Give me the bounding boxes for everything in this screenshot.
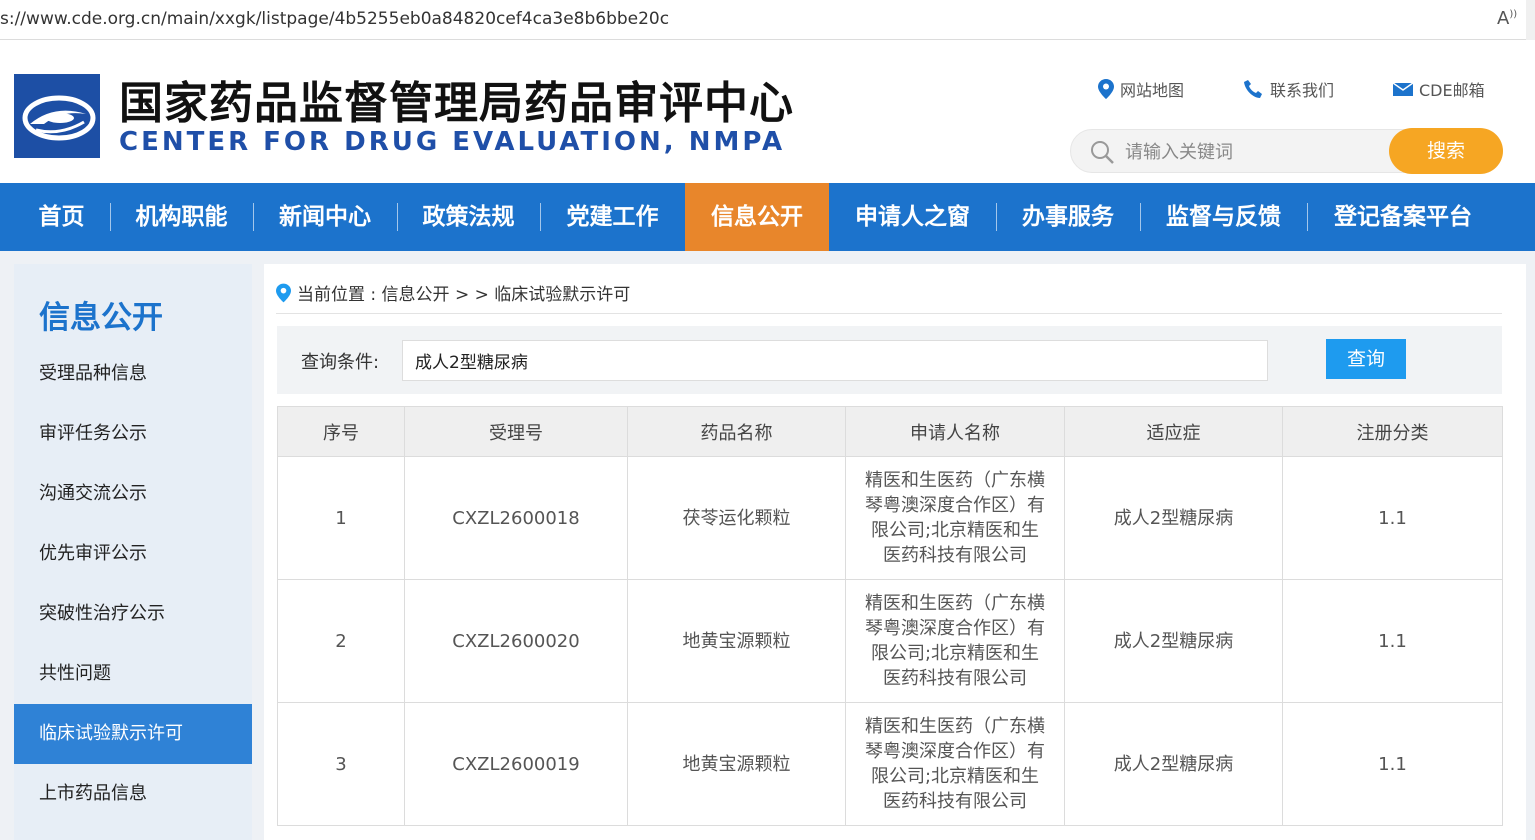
phone-icon bbox=[1244, 80, 1262, 98]
nav-item-news[interactable]: 新闻中心 bbox=[254, 183, 396, 251]
scrollbar[interactable] bbox=[1526, 0, 1535, 40]
query-button[interactable]: 查询 bbox=[1326, 339, 1406, 379]
col-header-index: 序号 bbox=[277, 406, 405, 457]
cell-applicant: 精医和生医药（广东横琴粤澳深度合作区）有限公司;北京精医和生医药科技有限公司 bbox=[845, 579, 1065, 703]
cell-acceptance-no: CXZL2600020 bbox=[404, 579, 628, 703]
main-nav: 首页 机构职能 新闻中心 政策法规 党建工作 信息公开 申请人之窗 办事服务 监… bbox=[0, 183, 1535, 251]
location-pin-icon bbox=[1098, 79, 1114, 99]
col-header-drug-name: 药品名称 bbox=[627, 406, 846, 457]
nav-item-home[interactable]: 首页 bbox=[14, 183, 109, 251]
cell-drug-name: 地黄宝源颗粒 bbox=[627, 702, 846, 826]
table-row: 1 CXZL2600018 茯苓运化颗粒 精医和生医药（广东横琴粤澳深度合作区）… bbox=[277, 456, 1503, 580]
table-row: 3 CXZL2600019 地黄宝源颗粒 精医和生医药（广东横琴粤澳深度合作区）… bbox=[277, 702, 1503, 826]
sidebar-item-review-tasks[interactable]: 审评任务公示 bbox=[14, 404, 252, 464]
read-aloud-icon[interactable]: A)) bbox=[1497, 8, 1517, 29]
nav-item-services[interactable]: 办事服务 bbox=[997, 183, 1139, 251]
cell-index: 2 bbox=[277, 579, 405, 703]
cell-drug-name: 地黄宝源颗粒 bbox=[627, 579, 846, 703]
nav-item-functions[interactable]: 机构职能 bbox=[111, 183, 252, 251]
location-pin-icon bbox=[276, 283, 291, 302]
col-header-indication: 适应症 bbox=[1064, 406, 1283, 457]
results-table: 序号 受理号 药品名称 申请人名称 适应症 注册分类 1 CXZL2600018… bbox=[277, 406, 1503, 826]
search-icon bbox=[1091, 141, 1114, 164]
site-title-en: CENTER FOR DRUG EVALUATION, NMPA bbox=[119, 127, 786, 157]
cell-acceptance-no: CXZL2600018 bbox=[404, 456, 628, 580]
cell-acceptance-no: CXZL2600019 bbox=[404, 702, 628, 826]
sidebar-item-breakthrough[interactable]: 突破性治疗公示 bbox=[14, 584, 252, 644]
cell-indication: 成人2型糖尿病 bbox=[1064, 579, 1283, 703]
cell-indication: 成人2型糖尿病 bbox=[1064, 456, 1283, 580]
nav-item-info[interactable]: 信息公开 bbox=[685, 183, 829, 251]
sidebar-item-common-issues[interactable]: 共性问题 bbox=[14, 644, 252, 704]
col-header-applicant: 申请人名称 bbox=[845, 406, 1065, 457]
col-header-registration-class: 注册分类 bbox=[1282, 406, 1503, 457]
site-search: 搜索 bbox=[1070, 128, 1503, 174]
sidebar-item-clinical-trial[interactable]: 临床试验默示许可 bbox=[14, 704, 252, 764]
mail-icon bbox=[1393, 82, 1413, 96]
site-header: 国家药品监督管理局药品审评中心 CENTER FOR DRUG EVALUATI… bbox=[0, 41, 1535, 182]
contact-link[interactable]: 联系我们 bbox=[1244, 77, 1334, 101]
cell-indication: 成人2型糖尿病 bbox=[1064, 702, 1283, 826]
cell-applicant: 精医和生医药（广东横琴粤澳深度合作区）有限公司;北京精医和生医药科技有限公司 bbox=[845, 702, 1065, 826]
breadcrumb: 当前位置 : 信息公开 > > 临床试验默示许可 bbox=[276, 280, 630, 305]
cell-drug-name: 茯苓运化颗粒 bbox=[627, 456, 846, 580]
cde-logo-icon[interactable] bbox=[14, 74, 100, 158]
sidebar-title: 信息公开 bbox=[39, 300, 163, 336]
nav-item-party[interactable]: 党建工作 bbox=[541, 183, 684, 251]
query-label: 查询条件: bbox=[301, 352, 380, 373]
search-input[interactable] bbox=[1125, 138, 1385, 166]
contact-label: 联系我们 bbox=[1270, 81, 1335, 100]
sidebar: 信息公开 受理品种信息 审评任务公示 沟通交流公示 优先审评公示 突破性治疗公示… bbox=[14, 264, 252, 840]
sidebar-item-marketed-drugs[interactable]: 上市药品信息 bbox=[14, 764, 252, 824]
breadcrumb-text: 当前位置 : 信息公开 > > 临床试验默示许可 bbox=[297, 285, 631, 305]
cell-registration-class: 1.1 bbox=[1282, 579, 1503, 703]
nav-item-applicant[interactable]: 申请人之窗 bbox=[830, 183, 995, 251]
address-bar[interactable]: s://www.cde.org.cn/main/xxgk/listpage/4b… bbox=[0, 0, 1535, 40]
cell-applicant: 精医和生医药（广东横琴粤澳深度合作区）有限公司;北京精医和生医药科技有限公司 bbox=[845, 456, 1065, 580]
nav-item-policy[interactable]: 政策法规 bbox=[398, 183, 539, 251]
url-text[interactable]: s://www.cde.org.cn/main/xxgk/listpage/4b… bbox=[0, 9, 669, 29]
site-title-cn: 国家药品监督管理局药品审评中心 bbox=[119, 78, 794, 129]
nav-item-registration[interactable]: 登记备案平台 bbox=[1308, 183, 1498, 251]
nav-item-supervision[interactable]: 监督与反馈 bbox=[1141, 183, 1306, 251]
main-panel: 当前位置 : 信息公开 > > 临床试验默示许可 查询条件: 查询 序号 受理号… bbox=[264, 264, 1526, 840]
sitemap-link[interactable]: 网站地图 bbox=[1098, 77, 1184, 101]
sidebar-item-priority-review[interactable]: 优先审评公示 bbox=[14, 524, 252, 584]
cell-index: 1 bbox=[277, 456, 405, 580]
cell-index: 3 bbox=[277, 702, 405, 826]
cell-registration-class: 1.1 bbox=[1282, 456, 1503, 580]
query-bar: 查询条件: 查询 bbox=[277, 326, 1502, 394]
sidebar-item-accepted-varieties[interactable]: 受理品种信息 bbox=[14, 344, 252, 404]
col-header-acceptance-no: 受理号 bbox=[404, 406, 628, 457]
content-area: 信息公开 受理品种信息 审评任务公示 沟通交流公示 优先审评公示 突破性治疗公示… bbox=[0, 251, 1535, 840]
mail-link[interactable]: CDE邮箱 bbox=[1393, 77, 1485, 101]
mail-label: CDE邮箱 bbox=[1419, 81, 1485, 100]
sidebar-item-communication[interactable]: 沟通交流公示 bbox=[14, 464, 252, 524]
cell-registration-class: 1.1 bbox=[1282, 702, 1503, 826]
table-header-row: 序号 受理号 药品名称 申请人名称 适应症 注册分类 bbox=[277, 406, 1503, 457]
query-input[interactable] bbox=[402, 340, 1268, 381]
sitemap-label: 网站地图 bbox=[1120, 81, 1185, 100]
divider bbox=[276, 313, 1502, 314]
table-row: 2 CXZL2600020 地黄宝源颗粒 精医和生医药（广东横琴粤澳深度合作区）… bbox=[277, 579, 1503, 703]
search-button[interactable]: 搜索 bbox=[1389, 128, 1503, 174]
